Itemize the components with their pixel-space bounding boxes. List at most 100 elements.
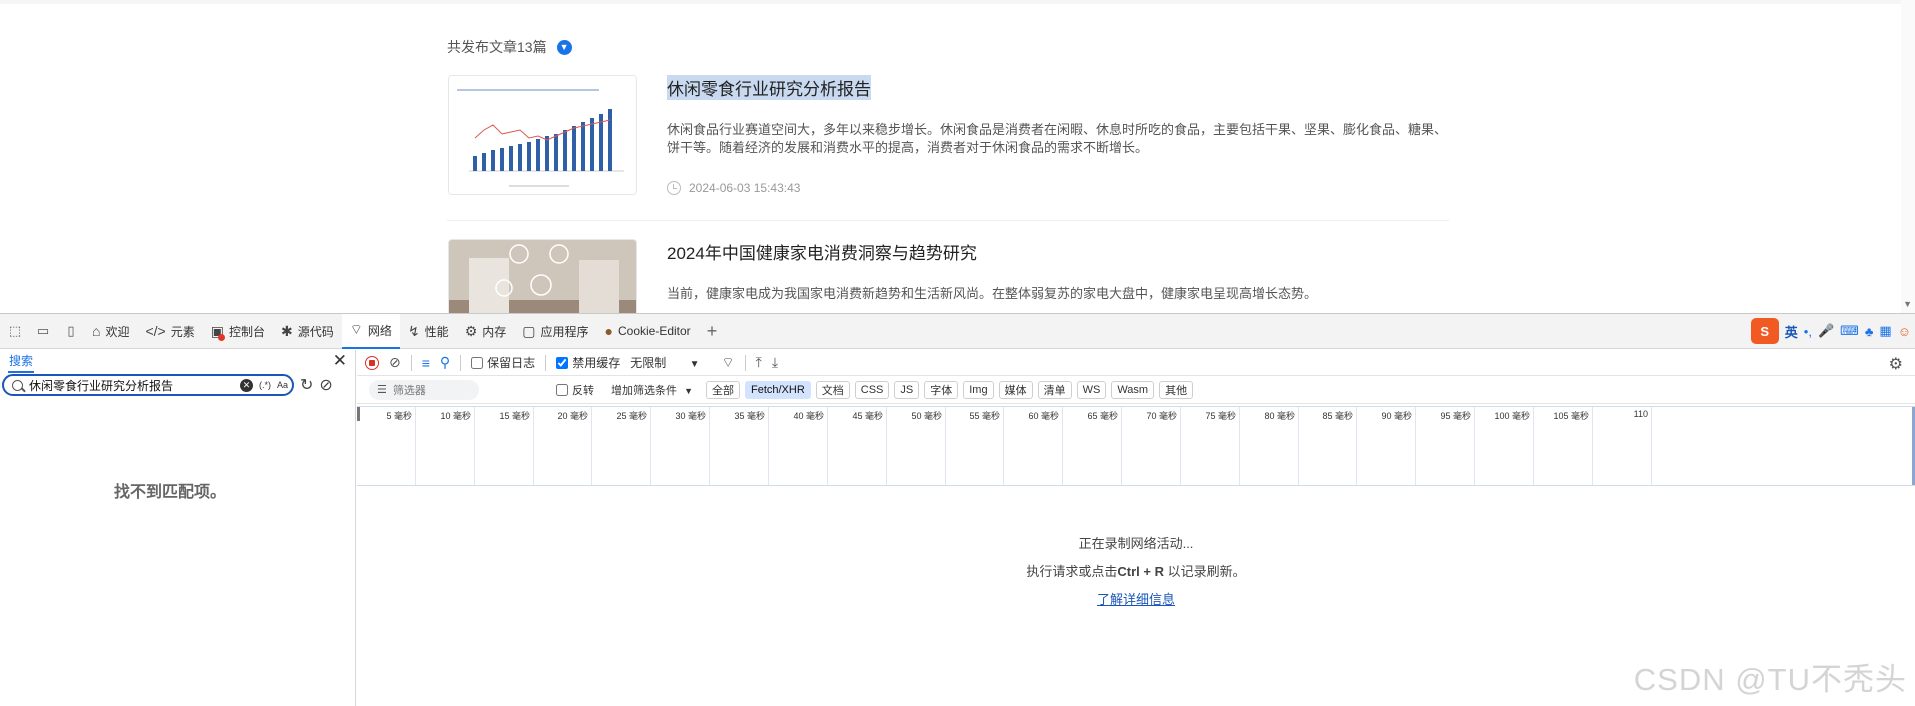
add-tab-icon[interactable]: + (707, 321, 718, 342)
article-title[interactable]: 休闲零食行业研究分析报告 (667, 75, 871, 100)
network-conditions-icon[interactable]: ⌔ (721, 354, 734, 372)
search-input[interactable] (29, 378, 234, 392)
microphone-icon[interactable]: 🎤 (1818, 323, 1834, 339)
filter-row: ☰ 筛选器 反转 增加筛选条件 ▼ 全部 Fetch/XHR 文档 CSS JS 字体 Im… (357, 376, 1915, 404)
type-filter-pill[interactable]: Wasm (1111, 380, 1155, 399)
watermark: CSDN @TU不秃头 (1633, 662, 1907, 697)
preserve-log-box[interactable] (471, 356, 484, 369)
clear-results-icon[interactable]: ⊘ (319, 375, 332, 395)
wifi-icon: ⌔ (349, 321, 363, 337)
type-filter-pill[interactable]: 文档 (815, 380, 850, 399)
tab-performance[interactable]: ↯ 性能 (400, 314, 457, 349)
type-filter-pill[interactable]: Fetch/XHR (744, 380, 811, 399)
hint-suffix: 以记录刷新。 (1167, 564, 1246, 579)
article-thumbnail[interactable] (448, 75, 637, 195)
invert-box[interactable] (556, 383, 568, 396)
type-filter-pill[interactable]: CSS (854, 380, 890, 399)
clear-log-icon[interactable]: ⊘ (389, 354, 401, 371)
type-filter-pill[interactable]: 字体 (924, 380, 959, 399)
tab-label: 应用程序 (540, 324, 589, 339)
regex-toggle[interactable]: (.*) (259, 380, 271, 390)
network-toolbar: ⊘ ≡ ⚲ 保留日志 禁用缓存 无限制 ▼ ⌔ ⤒ ⤓ ⚙ (357, 350, 1915, 376)
tab-cookie-editor[interactable]: ● Cookie-Editor (597, 314, 699, 349)
sogou-logo-icon[interactable]: S (1750, 318, 1779, 344)
learn-more-link[interactable]: 了解详细信息 (1097, 592, 1175, 607)
disable-cache-checkbox[interactable]: 禁用缓存 (556, 354, 620, 371)
code-icon: </> (145, 323, 166, 339)
inspect-element-icon[interactable]: ⬚ (2, 318, 28, 344)
toolbar-divider (460, 354, 462, 371)
page-scrollbar[interactable]: ▼ (1901, 0, 1915, 313)
performance-icon: ↯ (407, 322, 420, 339)
tab-memory[interactable]: ⚙ 内存 (457, 314, 515, 349)
cookie-icon: ● (604, 323, 613, 339)
ime-language[interactable]: 英 (1785, 322, 1798, 341)
hint-prefix: 执行请求或点击 (1026, 564, 1118, 579)
type-filter-pill[interactable]: 全部 (705, 380, 740, 399)
no-match-message: 找不到匹配项。 (114, 484, 227, 501)
timeline-tick-label: 110 (1633, 409, 1648, 419)
type-filter-pill[interactable]: 清单 (1037, 380, 1072, 399)
tab-console[interactable]: ▣ 控制台 (203, 314, 273, 349)
tab-elements[interactable]: </> 元素 (137, 314, 202, 349)
type-filter-pill[interactable]: 其他 (1159, 380, 1194, 399)
skin-icon[interactable]: ♣ (1865, 324, 1874, 339)
article-thumbnail[interactable] (448, 239, 637, 313)
type-filter-pill[interactable]: JS (894, 380, 920, 399)
error-badge (217, 333, 225, 341)
toolbar-divider (410, 354, 412, 371)
tab-network[interactable]: ⌔ 网络 (341, 313, 400, 349)
clock-icon (667, 181, 681, 195)
preserve-log-checkbox[interactable]: 保留日志 (471, 354, 535, 371)
bug-icon: ✱ (281, 322, 293, 339)
dock-side-icon[interactable]: ▯ (58, 318, 84, 344)
tab-application[interactable]: ▢ 应用程序 (514, 314, 596, 349)
tab-label: 元素 (170, 324, 195, 339)
network-empty-state: 正在录制网络活动... 执行请求或点击Ctrl + R 以记录刷新。 了解详细信… (357, 530, 1915, 614)
type-filter-pill[interactable]: WS (1076, 380, 1107, 399)
type-filter-group: 全部 Fetch/XHR 文档 CSS JS 字体 Img 媒体 清单 WS Wasm 其他 (705, 380, 1194, 399)
article-meta: 2024-06-03 15:43:43 (667, 181, 800, 195)
match-case-toggle[interactable]: Aa (277, 380, 288, 390)
article-title[interactable]: 2024年中国健康家电消费洞察与趋势研究 (667, 239, 977, 264)
clear-search-icon[interactable]: ✕ (239, 378, 253, 392)
home-icon: ⌂ (92, 323, 101, 339)
article-card[interactable]: 2024年中国健康家电消费洞察与趋势研究 当前，健康家电成为我国家电消费新趋势和… (447, 237, 1449, 313)
filter-input[interactable]: ☰ 筛选器 (369, 379, 479, 400)
punctuation-icon[interactable]: •, (1804, 324, 1812, 339)
tab-sources[interactable]: ✱ 源代码 (273, 314, 342, 349)
toolbox-icon[interactable]: ▦ (1879, 323, 1891, 339)
search-pane-title[interactable]: 搜索 (8, 350, 35, 373)
device-emulation-icon[interactable]: ▭ (30, 318, 56, 344)
refresh-hint: 执行请求或点击Ctrl + R 以记录刷新。 (357, 558, 1915, 586)
tab-label: 源代码 (297, 324, 334, 339)
disable-cache-box[interactable] (556, 356, 569, 369)
article-card[interactable]: 休闲零食行业研究分析报告 休闲食品行业赛道空间大，多年以来稳步增长。休闲食品是消… (447, 73, 1449, 221)
tab-label: 性能 (424, 324, 449, 339)
chevron-down-icon[interactable]: ▼ (556, 39, 572, 55)
close-icon[interactable]: ✕ (333, 351, 347, 371)
type-filter-pill[interactable]: Img (963, 380, 994, 399)
filter-toggle-icon[interactable]: ≡ (422, 355, 430, 371)
keyboard-icon[interactable]: ⌨ (1840, 323, 1859, 339)
more-filters-dropdown[interactable]: 增加筛选条件 ▼ (611, 382, 693, 398)
preserve-log-label: 保留日志 (487, 356, 536, 370)
tab-welcome[interactable]: ⌂ 欢迎 (84, 314, 137, 349)
filter-icon: ☰ (377, 384, 387, 396)
refresh-icon[interactable]: ↻ (300, 375, 313, 395)
throttle-select[interactable]: 无限制 ▼ (630, 354, 699, 371)
type-filter-pill[interactable]: 媒体 (998, 380, 1033, 399)
devtools-panel: ⬚ ▭ ▯ ⌂ 欢迎 </> 元素 ▣ 控制台 ✱ 源代码 ⌔ 网络 ↯ 性能 … (0, 313, 1915, 706)
network-timeline-overview[interactable]: 5 毫秒 10 毫秒 15 毫秒 20 毫秒 25 毫秒 30 毫秒 35 毫秒 40 毫秒 4… (357, 406, 1915, 486)
page-top-rule (0, 0, 1915, 4)
search-icon[interactable]: ⚲ (440, 354, 450, 371)
avatar[interactable]: ☺ (1898, 324, 1911, 339)
import-har-icon[interactable]: ⤒ (756, 354, 762, 371)
chevron-down-icon: ▼ (684, 385, 693, 396)
gear-icon[interactable]: ⚙ (1889, 354, 1903, 374)
export-har-icon[interactable]: ⤓ (772, 354, 778, 371)
search-field[interactable]: ✕ (.*) Aa (2, 374, 294, 396)
scroll-down-arrow-icon[interactable]: ▼ (1903, 299, 1912, 309)
invert-checkbox[interactable]: 反转 (556, 382, 594, 398)
record-stop-icon[interactable] (365, 355, 379, 370)
